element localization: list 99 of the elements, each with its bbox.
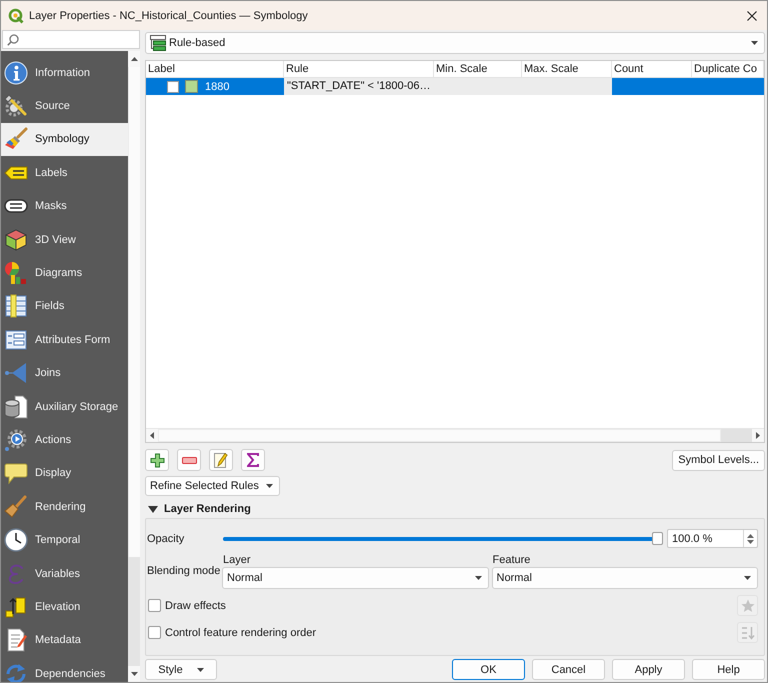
sidebar-item[interactable]: Source [1,89,128,123]
scroll-right-button[interactable] [752,429,764,442]
column-header[interactable]: Count [612,61,692,78]
column-header[interactable]: Min. Scale [434,61,522,78]
scroll-down-icon [130,672,138,676]
scroll-up-button[interactable] [128,51,140,67]
search-icon [7,34,19,46]
slider-thumb[interactable] [652,532,663,545]
sidebar-item[interactable]: Attributes Form [1,323,128,357]
sidebar-item[interactable]: Labels [1,156,128,190]
window-title: Layer Properties - NC_Historical_Counties — Symbology [29,10,308,22]
table-cell: 1880 [205,80,230,92]
close-icon [747,10,757,20]
refine-rules-dropdown[interactable]: Refine Selected Rules [145,476,280,496]
notepad-pencil-icon [214,452,228,468]
brush-icon [4,494,28,519]
scroll-right-icon [756,432,760,439]
table-columns-icon [4,294,28,318]
star-icon [740,598,754,612]
paintbrush-icon [4,127,28,152]
cube-icon [4,228,28,252]
plus-icon [150,452,164,468]
rule-checkbox[interactable] [167,80,179,92]
scrollbar-thumb[interactable] [158,429,721,442]
cone-icon [4,361,28,386]
sidebar-item[interactable]: Joins [1,356,128,390]
field-label: Layer [222,554,252,567]
rule-list-icon [150,35,166,51]
table-row[interactable]: 1880 "START_DATE" < '1800-06… [146,78,764,95]
caret-icon [751,41,758,45]
info-icon [4,60,28,85]
gear-play-icon [4,428,28,452]
form-icon [4,328,28,352]
gear-wrench-icon [4,94,28,118]
sidebar-item[interactable]: Dependencies [1,657,128,682]
caret-icon [266,484,273,488]
scroll-left-button[interactable] [146,429,158,442]
pie-bar-chart-icon [4,261,28,286]
column-header[interactable]: Rule [284,61,434,78]
edit-rule-button[interactable] [209,449,233,471]
section-toggle[interactable]: Layer Rendering [145,501,251,517]
field-label: Opacity [147,532,186,544]
spin-arrows-icon [747,534,754,544]
sidebar-item[interactable]: Fields [1,290,128,324]
table-cell: "START_DATE" < '1800-06… [284,78,434,95]
search-field[interactable] [2,30,140,49]
sidebar-item[interactable]: Display [1,456,128,490]
minus-icon [182,456,196,464]
renderer-dropdown[interactable]: Rule-based [145,32,765,54]
style-dropdown[interactable]: Style [145,659,217,680]
scroll-left-icon [150,432,154,439]
sidebar-item[interactable]: Information [1,56,128,90]
add-rule-button[interactable] [145,449,169,471]
checkbox-label: Control feature rendering order [165,626,316,638]
sidebar-item[interactable]: 3D View [1,222,128,256]
column-header[interactable]: Max. Scale [522,61,612,78]
sidebar-item[interactable]: Masks [1,190,128,223]
collapse-triangle-icon [148,506,158,512]
sidebar-item[interactable]: Symbology [1,122,128,156]
checkbox[interactable] [148,626,161,639]
blend-mode-dropdown[interactable]: Normal [492,567,758,589]
symbol-levels-button[interactable]: Symbol Levels... [672,450,765,470]
remove-rule-button[interactable] [177,449,201,471]
checkbox[interactable] [148,599,161,612]
checkbox-label: Draw effects [165,600,226,612]
database-icon [4,394,28,419]
app-logo-icon [8,8,24,24]
opacity-slider[interactable] [223,532,663,545]
opacity-spinbox[interactable]: 100.0 % [667,529,758,548]
cancel-button[interactable]: Cancel [532,659,605,680]
ok-button[interactable]: OK [452,659,525,680]
sidebar-item[interactable]: Auxiliary Storage [1,390,128,424]
clock-icon [4,528,28,552]
scroll-down-button[interactable] [128,666,140,682]
sidebar-item[interactable]: Rendering [1,490,128,524]
column-header[interactable]: Duplicate Co [692,61,764,78]
caret-icon [196,668,204,672]
sidebar-item[interactable]: Variables [1,556,128,590]
sidebar-item[interactable]: Metadata [1,624,128,658]
blend-mode-dropdown[interactable]: Normal [222,567,488,589]
sidebar-item[interactable]: Elevation [1,590,128,624]
sort-icon [740,626,754,640]
scroll-up-icon [130,57,138,61]
sidebar-item[interactable]: Actions [1,423,128,457]
apply-button[interactable]: Apply [612,659,685,680]
field-label: Blending mode [147,565,219,577]
scrollbar-thumb[interactable] [128,67,140,557]
sync-arrows-icon [4,662,28,682]
sidebar-item[interactable]: Temporal [1,523,128,557]
caret-icon [474,576,482,580]
field-label: Feature [492,554,532,567]
sum-button[interactable] [241,449,265,471]
column-header[interactable]: Label [146,61,284,78]
speech-bubble-icon [4,461,28,486]
help-button[interactable]: Help [692,659,765,680]
sidebar-item[interactable]: Diagrams [1,256,128,290]
elevation-arrow-icon [4,594,28,619]
caret-icon [744,576,751,580]
sigma-icon [247,453,259,467]
